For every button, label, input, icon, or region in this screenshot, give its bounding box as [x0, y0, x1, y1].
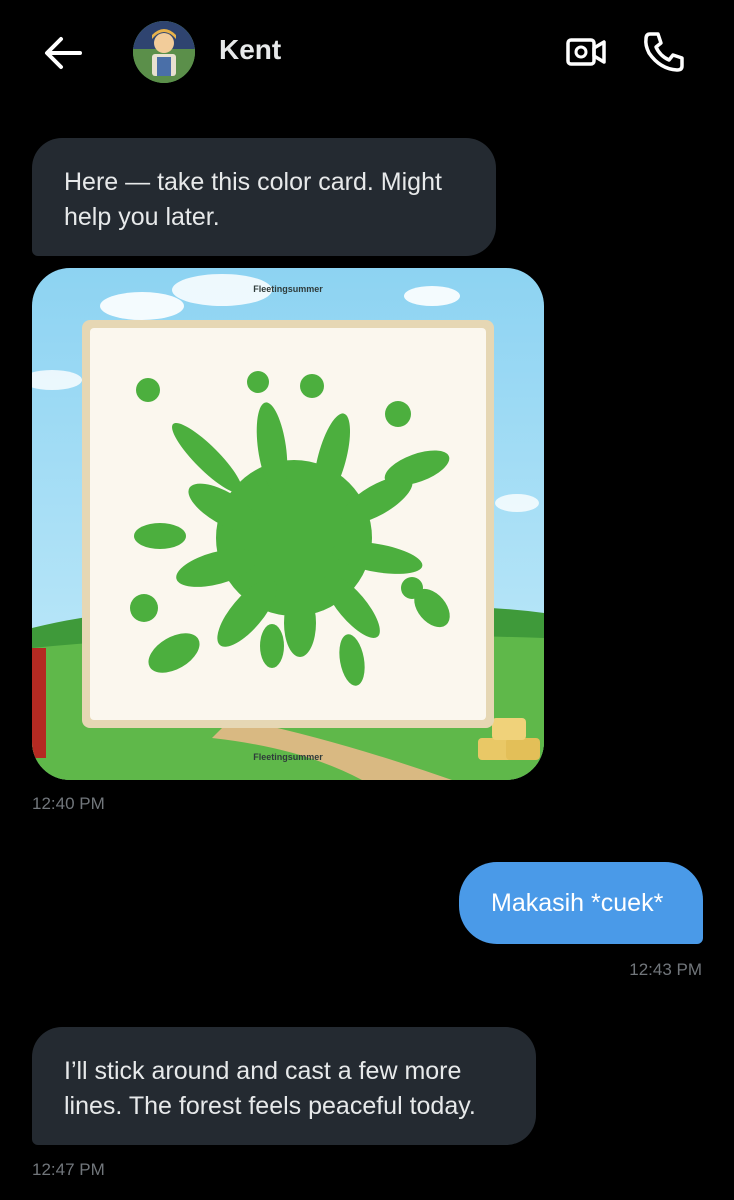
color-card-image[interactable]: Fleetingsummer Fleetingsummer — [32, 268, 544, 780]
contact-avatar-icon — [133, 21, 195, 83]
message-text-line: help you later. — [64, 203, 220, 231]
outgoing-message-bubble[interactable]: Makasih *cuek* — [459, 862, 703, 944]
watermark-bottom: Fleetingsummer — [253, 752, 323, 762]
message-timestamp: 12:47 PM — [32, 1160, 105, 1179]
contact-name[interactable]: Kent — [219, 34, 281, 66]
arrow-left-icon — [45, 37, 82, 69]
message-text-line: Makasih *cuek* — [491, 889, 664, 917]
phone-icon — [644, 32, 684, 72]
chat-header: Kent — [0, 0, 734, 106]
incoming-message-bubble[interactable]: Here — take this color card. Might help … — [32, 138, 496, 256]
message-timestamp: 12:40 PM — [32, 794, 105, 813]
message-timestamp: 12:43 PM — [629, 960, 702, 979]
avatar[interactable] — [133, 21, 195, 83]
video-call-button[interactable] — [563, 30, 609, 76]
message-text-line: I’ll stick around and cast a few more — [64, 1057, 462, 1085]
message-text-line: lines. The forest feels peaceful today. — [64, 1092, 476, 1120]
message-text-line: Here — take this color card. Might — [64, 168, 442, 196]
back-button[interactable] — [40, 30, 86, 76]
video-camera-icon — [566, 38, 606, 66]
incoming-message-bubble[interactable]: I’ll stick around and cast a few more li… — [32, 1027, 536, 1145]
voice-call-button[interactable] — [640, 28, 688, 76]
watermark-top: Fleetingsummer — [253, 284, 323, 294]
